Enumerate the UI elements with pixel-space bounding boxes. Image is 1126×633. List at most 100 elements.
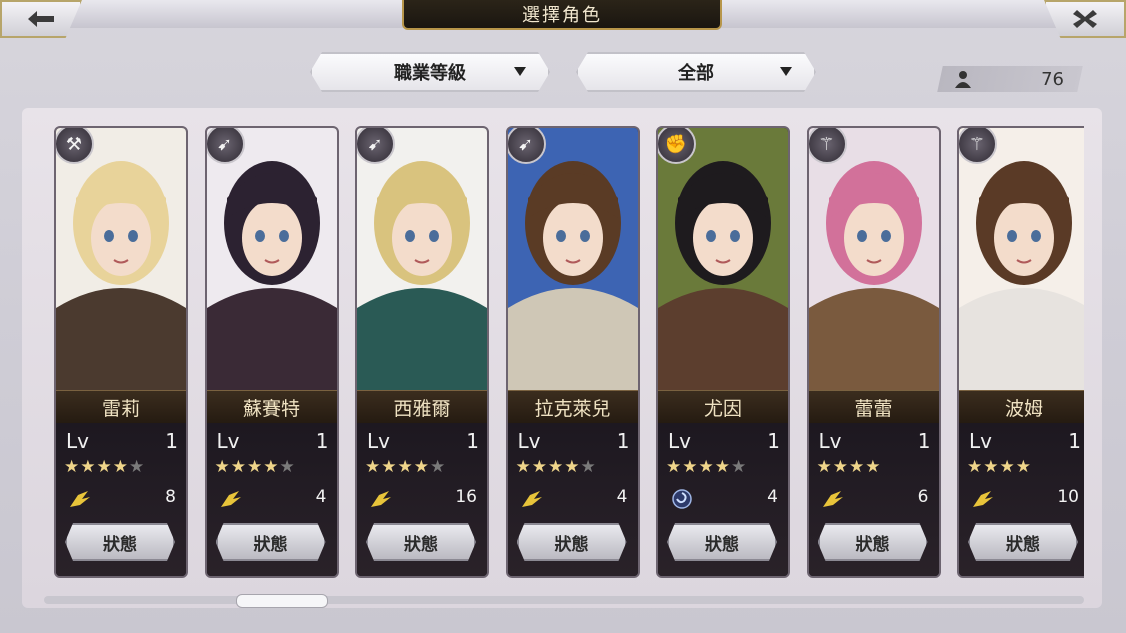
star-icon: ★	[666, 457, 683, 477]
wing-icon	[369, 489, 393, 509]
class-count: 10	[1057, 487, 1079, 507]
back-button[interactable]	[0, 0, 82, 38]
character-name: 波姆	[959, 390, 1084, 424]
scroll-thumb[interactable]	[236, 594, 328, 608]
star-icon: ★	[515, 457, 532, 477]
character-name: 西雅爾	[357, 390, 487, 424]
star-icon: ★	[1015, 457, 1032, 477]
star-rating: ★★★★★	[666, 457, 747, 477]
category-dropdown-label: 全部	[678, 63, 714, 84]
character-stats: Lv 1 ★★★★★ 4 狀態	[658, 423, 788, 576]
star-icon: ★	[849, 457, 866, 477]
status-button[interactable]: 狀態	[968, 523, 1078, 561]
star-icon: ★	[698, 457, 715, 477]
sort-dropdown[interactable]: 職業等級	[310, 52, 550, 92]
star-icon: ★	[531, 457, 548, 477]
character-stats: Lv 1 ★★★★★ 4 狀態	[206, 423, 337, 576]
star-rating: ★★★★	[967, 457, 1032, 477]
status-button[interactable]: 狀態	[667, 523, 777, 561]
bow-icon: ➹	[507, 128, 546, 164]
status-button[interactable]: 狀態	[366, 523, 476, 561]
level-value: 1	[767, 429, 780, 453]
star-rating: ★★★★★	[365, 457, 446, 477]
character-portrait	[808, 128, 939, 390]
person-icon	[955, 71, 971, 88]
character-card[interactable]: ➹ 蘇賽特 Lv 1 ★★★★★ 4 狀態	[204, 126, 339, 578]
swirl-icon	[670, 489, 694, 509]
wing-icon	[219, 489, 243, 509]
character-card[interactable]: ⚚ 蕾蕾 Lv 1 ★★★★ 6 狀態	[806, 126, 941, 578]
level-value: 1	[315, 429, 329, 453]
wing-icon	[520, 489, 544, 509]
character-portrait	[206, 128, 337, 390]
character-stats: Lv 1 ★★★★★ 4 狀態	[507, 423, 638, 576]
wing-icon	[68, 489, 92, 509]
chevron-down-icon	[780, 67, 792, 76]
level-value: 1	[165, 429, 178, 453]
level-row: Lv 1	[668, 429, 780, 453]
level-label: Lv	[66, 429, 89, 453]
character-card[interactable]: ⚚ 波姆 Lv 1 ★★★★ 10 狀態	[957, 126, 1084, 578]
owned-count: 76	[950, 66, 1070, 92]
character-card[interactable]: ➹ 拉克萊兒 Lv 1 ★★★★★ 4 狀態	[505, 126, 640, 578]
character-card[interactable]: ✊ 尤因 Lv 1 ★★★★★ 4 狀態	[656, 126, 790, 578]
character-name: 拉克萊兒	[507, 390, 638, 424]
bow-icon: ➹	[206, 128, 245, 164]
wing-icon	[821, 489, 845, 509]
star-icon: ★	[731, 457, 748, 477]
staff-icon: ⚚	[808, 128, 847, 164]
level-label: Lv	[517, 429, 541, 453]
star-icon: ★	[682, 457, 699, 477]
character-card[interactable]: ➹ 西雅爾 Lv 1 ★★★★★ 16 狀態	[355, 126, 489, 578]
star-icon: ★	[413, 457, 430, 477]
level-label: Lv	[367, 429, 390, 453]
status-button[interactable]: 狀態	[216, 523, 326, 561]
level-label: Lv	[969, 429, 992, 453]
star-icon: ★	[865, 457, 882, 477]
star-icon: ★	[64, 457, 81, 477]
character-stats: Lv 1 ★★★★ 10 狀態	[959, 423, 1084, 576]
star-icon: ★	[263, 457, 280, 477]
character-portrait	[56, 128, 186, 390]
star-icon: ★	[279, 457, 296, 477]
star-icon: ★	[80, 457, 97, 477]
character-list: ⚒ 雷莉 Lv 1 ★★★★★ 8 狀態 ➹ 蘇賽特 Lv 1 ★★★★★ 4 狀態 ➹ 西雅爾 Lv 1 ★★★★…	[54, 126, 1084, 581]
star-icon: ★	[230, 457, 247, 477]
status-button[interactable]: 狀態	[818, 523, 928, 561]
character-card[interactable]: ⚒ 雷莉 Lv 1 ★★★★★ 8 狀態	[54, 126, 188, 578]
sort-dropdown-label: 職業等級	[394, 63, 466, 84]
star-icon: ★	[397, 457, 414, 477]
arrow-left-icon	[28, 11, 54, 27]
level-row: Lv 1	[367, 429, 479, 453]
scroll-track[interactable]	[44, 596, 1084, 604]
character-name: 蘇賽特	[206, 390, 337, 424]
level-row: Lv 1	[518, 429, 630, 453]
star-icon: ★	[832, 457, 849, 477]
star-icon: ★	[983, 457, 1000, 477]
class-count: 8	[165, 487, 176, 507]
star-icon: ★	[129, 457, 146, 477]
star-icon: ★	[96, 457, 113, 477]
class-count: 6	[917, 487, 929, 507]
character-name: 雷莉	[56, 390, 186, 424]
character-portrait	[959, 128, 1084, 390]
level-value: 1	[616, 429, 630, 453]
character-name: 蕾蕾	[808, 390, 939, 424]
star-icon: ★	[816, 457, 833, 477]
category-dropdown[interactable]: 全部	[576, 52, 816, 92]
star-icon: ★	[580, 457, 597, 477]
character-stats: Lv 1 ★★★★ 6 狀態	[808, 423, 939, 576]
star-icon: ★	[247, 457, 264, 477]
wing-icon	[971, 489, 995, 509]
character-stats: Lv 1 ★★★★★ 8 狀態	[56, 423, 186, 576]
class-count: 4	[315, 487, 327, 507]
star-rating: ★★★★	[817, 457, 882, 477]
level-value: 1	[917, 429, 931, 453]
status-button[interactable]: 狀態	[517, 523, 627, 561]
level-row: Lv 1	[819, 429, 931, 453]
status-button[interactable]: 狀態	[65, 523, 175, 561]
star-icon: ★	[365, 457, 382, 477]
close-button[interactable]	[1044, 0, 1126, 38]
level-label: Lv	[668, 429, 691, 453]
character-stats: Lv 1 ★★★★★ 16 狀態	[357, 423, 487, 576]
